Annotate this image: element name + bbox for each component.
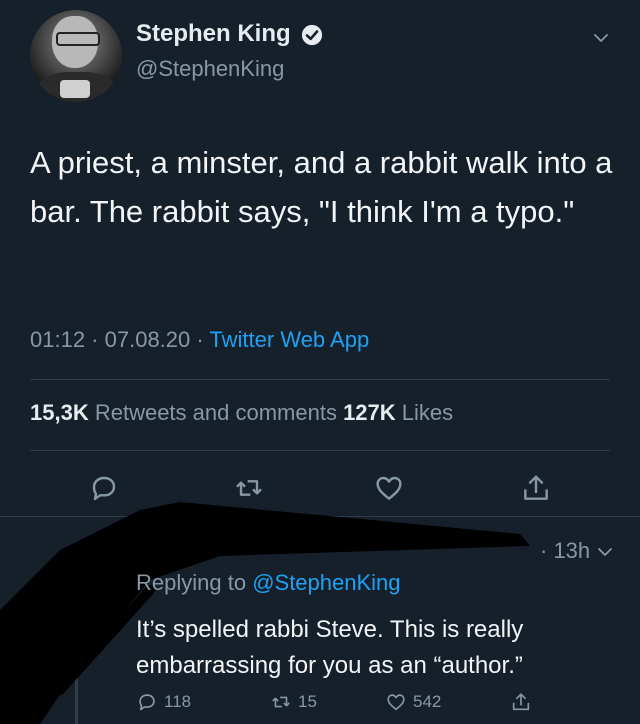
author-avatar[interactable]	[30, 10, 122, 102]
replying-to: Replying to @StephenKing	[136, 570, 401, 596]
tweet-date[interactable]: 07.08.20	[105, 327, 191, 352]
redaction-scribble	[0, 502, 530, 724]
reply-like-button[interactable]: 542	[385, 690, 441, 714]
like-count: 542	[413, 692, 442, 711]
replying-mention[interactable]: @StephenKing	[252, 570, 400, 595]
like-icon	[387, 694, 405, 711]
retweets-label: Retweets and comments	[88, 400, 344, 425]
likes-count: 127K	[343, 400, 396, 425]
avatar-shirt-print	[60, 80, 90, 98]
divider	[30, 450, 610, 451]
chevron-down-icon[interactable]	[597, 544, 613, 560]
reply-count: 118	[164, 692, 192, 711]
share-icon	[512, 693, 530, 711]
likes-link[interactable]: 127K Likes	[343, 400, 453, 425]
replying-prefix: Replying to	[136, 570, 253, 595]
tweet-source[interactable]: Twitter Web App	[209, 327, 369, 352]
avatar-glasses	[56, 32, 100, 46]
reply-retweet-button[interactable]: 15	[270, 690, 317, 714]
tweet-stats: 15,3K Retweets and comments 127K Likes	[30, 400, 453, 426]
reply-time[interactable]: · 13h	[540, 538, 590, 564]
reply-share-button[interactable]	[510, 690, 538, 714]
tweet-meta: 01:12 · 07.08.20 · Twitter Web App	[30, 327, 369, 353]
verified-badge-icon	[301, 24, 323, 46]
tweet-time: 01:12	[30, 327, 86, 352]
retweets-link[interactable]: 15,3K Retweets and comments	[30, 400, 343, 425]
likes-label: Likes	[395, 400, 454, 425]
author-handle[interactable]: @StephenKing	[136, 56, 284, 82]
reply-reply-button[interactable]: 118	[136, 690, 191, 714]
meta-separator: ·	[190, 327, 210, 352]
retweet-count: 15	[298, 692, 317, 711]
retweet-icon	[272, 696, 290, 708]
reply-icon	[139, 694, 155, 711]
reply-text: It’s spelled rabbi Steve. This is really…	[136, 616, 524, 679]
tweet-text: A priest, a minster, and a rabbit walk i…	[30, 145, 613, 229]
chevron-down-icon[interactable]	[593, 30, 609, 46]
meta-separator: ·	[85, 327, 105, 352]
retweets-count: 15,3K	[30, 400, 89, 425]
divider	[30, 379, 610, 380]
author-display-name[interactable]: Stephen King	[136, 20, 291, 48]
